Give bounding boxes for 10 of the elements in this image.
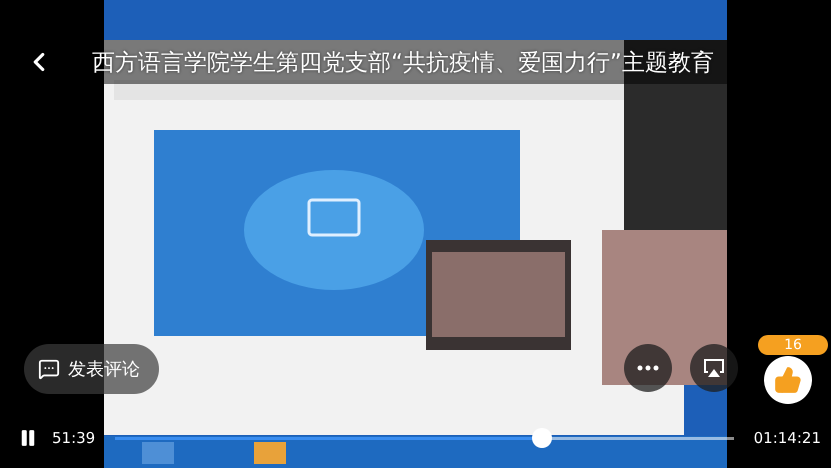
like-button[interactable] bbox=[764, 356, 812, 404]
like-count: 16 bbox=[758, 335, 828, 355]
comment-button[interactable]: 发表评论 bbox=[24, 344, 159, 394]
more-icon bbox=[637, 365, 659, 371]
elapsed-time: 51:39 bbox=[52, 429, 96, 447]
video-title: 西方语言学院学生第四党支部“共抗疫情、爱国力行”主题教育 bbox=[92, 48, 714, 78]
total-duration: 01:14:21 bbox=[754, 429, 821, 447]
thumbs-up-icon bbox=[774, 366, 802, 394]
comment-icon bbox=[38, 358, 60, 380]
screen-cast-icon bbox=[702, 357, 726, 379]
